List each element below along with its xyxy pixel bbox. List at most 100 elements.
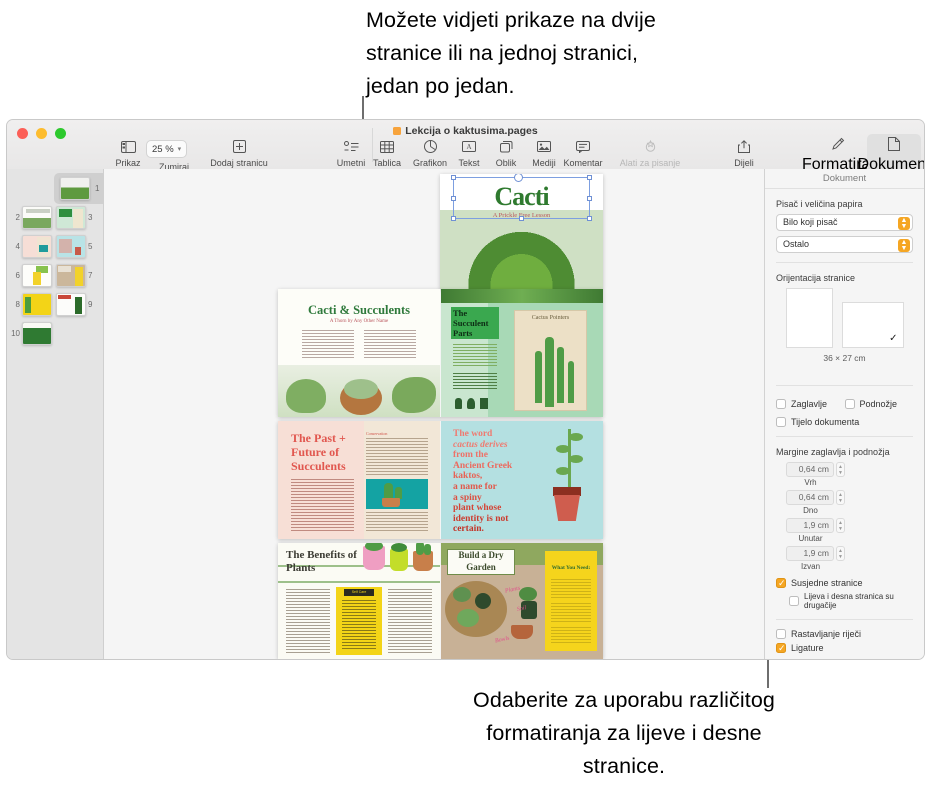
page-thumbnail[interactable]: [56, 264, 86, 287]
callout-bottom-text: Odaberite za uporabu različitog formatir…: [473, 688, 775, 778]
document-title[interactable]: Lekcija o kaktusima.pages: [7, 125, 924, 137]
writing-tools-icon: [644, 138, 657, 155]
page5-quote-line: plant whose: [453, 503, 502, 514]
different-left-right-checkbox[interactable]: [789, 596, 799, 606]
resize-handle[interactable]: [587, 175, 592, 180]
resize-handle[interactable]: [587, 216, 592, 221]
ligatures-checkbox[interactable]: [776, 642, 786, 654]
hyphenation-checkbox[interactable]: [776, 629, 786, 639]
printer-section-heading: Pisač i veličina papira: [776, 199, 863, 209]
window-body: 1 2 3 4 5 6 7 8 9 10 Cacti A Prickle Fre…: [7, 169, 924, 659]
thumbnail-page-number: 3: [88, 213, 93, 222]
page4-title: The Past + Future of Succulents: [291, 431, 346, 473]
document-page-7[interactable]: Build a Dry Garden What You Need: Plants…: [441, 543, 603, 659]
margin-outside-stepper[interactable]: ▲ ▼: [836, 546, 845, 561]
zoom-value: 25 %: [152, 143, 174, 155]
toolbar-add-page-button[interactable]: Dodaj stranicu: [189, 138, 289, 168]
orientation-section-heading: Orijentacija stranice: [776, 273, 856, 283]
page5-quote-line: a spiny: [453, 492, 482, 503]
document-body-label: Tijelo dokumenta: [791, 417, 860, 427]
document-page-6[interactable]: The Benefits of Plants Self Care: [278, 543, 440, 659]
printer-select[interactable]: Bilo koji pisač ▲ ▼: [776, 214, 913, 231]
toolbar-zoom-control[interactable]: 25 % ▾: [146, 140, 188, 158]
margin-bottom-stepper[interactable]: ▲ ▼: [836, 490, 845, 505]
document-inspector-panel[interactable]: Dokument Pisač i veličina papira Bilo ko…: [764, 169, 924, 659]
paper-size-select[interactable]: Ostalo ▲ ▼: [776, 236, 913, 253]
thumbnail-page-number: 4: [15, 242, 20, 251]
page-thumbnail[interactable]: [22, 322, 52, 345]
document-spread-2-3[interactable]: Cacti & Succulents A Thorn by Any Other …: [278, 289, 603, 417]
toolbar-share-label: Dijeli: [734, 158, 754, 168]
document-spread-6-7[interactable]: The Benefits of Plants Self Care Build a…: [278, 543, 603, 659]
document-page-2[interactable]: Cacti & Succulents A Thorn by Any Other …: [278, 289, 440, 417]
margin-top-cell: 0,64 cm ▲ ▼ Vrh: [776, 462, 845, 487]
document-canvas[interactable]: Cacti A Prickle Free Lesson Cacti & Succ…: [104, 169, 764, 659]
page-thumbnail[interactable]: [22, 293, 52, 316]
screenshot-root: Možete vidjeti prikaze na dvije stranice…: [0, 0, 931, 795]
facing-pages-row[interactable]: Susjedne stranice: [776, 577, 913, 589]
orientation-landscape-button[interactable]: ✓: [841, 302, 904, 348]
page-thumbnail[interactable]: [56, 206, 86, 229]
page6-sidebar-title: Self Care: [351, 590, 367, 594]
page-thumbnail[interactable]: [56, 293, 86, 316]
paper-size-select-value: Ostalo: [783, 239, 810, 249]
table-icon: [380, 138, 394, 155]
resize-handle[interactable]: [451, 175, 456, 180]
header-footer-section: Zaglavlje Podnožje Tijelo dokumenta: [765, 395, 924, 427]
document-body-checkbox[interactable]: [776, 417, 786, 427]
different-left-right-row[interactable]: Lijeva i desna stranica su drugačije: [776, 592, 913, 610]
divider: [776, 436, 913, 437]
page-thumbnail[interactable]: [22, 206, 52, 229]
page-thumbnail[interactable]: [60, 177, 90, 200]
document-spread-4-5[interactable]: The Past + Future of Succulents Conserva…: [278, 421, 603, 539]
resize-handle[interactable]: [451, 196, 456, 201]
ligatures-row[interactable]: Ligature: [776, 642, 913, 654]
document-page-4[interactable]: The Past + Future of Succulents Conserva…: [278, 421, 440, 539]
document-file-icon: [393, 127, 402, 135]
margin-inside-stepper[interactable]: ▲ ▼: [836, 518, 845, 533]
thumbnail-row-6-7[interactable]: 6 7: [7, 264, 104, 287]
ligatures-label: Ligature: [791, 643, 824, 653]
thumbnail-row-4-5[interactable]: 4 5: [7, 235, 104, 258]
document-spread-1[interactable]: Cacti A Prickle Free Lesson: [440, 174, 603, 289]
footer-checkbox[interactable]: [844, 399, 855, 409]
page7-title: Build a Dry Garden: [458, 550, 504, 572]
hyphenation-row[interactable]: Rastavljanje riječi: [776, 629, 913, 639]
chevron-down-icon: ▾: [177, 146, 182, 153]
rotate-handle[interactable]: [514, 174, 523, 182]
resize-handle[interactable]: [451, 216, 456, 221]
document-page-3[interactable]: The Succulent Parts Cactus Pointers: [441, 289, 603, 417]
header-checkbox-row[interactable]: Zaglavlje: [776, 399, 845, 409]
different-left-right-label: Lijeva i desna stranica su drugačije: [804, 592, 894, 610]
margin-bottom-input[interactable]: 0,64 cm: [786, 490, 834, 505]
facing-pages-checkbox[interactable]: [776, 577, 786, 589]
margin-outside-input[interactable]: 1,9 cm: [786, 546, 834, 561]
toolbar-writing-tools-button[interactable]: Alati za pisanje: [595, 138, 705, 168]
margin-inside-input[interactable]: 1,9 cm: [786, 518, 834, 533]
thumbnail-row-8-9[interactable]: 8 9: [7, 293, 104, 316]
margin-inside-label: Unutar: [798, 534, 823, 543]
window-titlebar: Lekcija o kaktusima.pages Prikaz 25 % ▾ …: [7, 120, 924, 176]
hyphenation-label: Rastavljanje riječi: [791, 629, 862, 639]
margin-bottom-label: Dno: [803, 506, 818, 515]
thumbnail-row-2-3[interactable]: 2 3: [7, 206, 104, 229]
footer-checkbox-row[interactable]: Podnožje: [844, 399, 914, 409]
header-checkbox[interactable]: [776, 399, 786, 409]
page-thumbnail-sidebar[interactable]: 1 2 3 4 5 6 7 8 9 10: [7, 169, 114, 659]
document-page-5[interactable]: The word cactus derives from the Ancient…: [441, 421, 603, 539]
stepper-arrows-icon: ▲ ▼: [898, 238, 910, 252]
page-thumbnail[interactable]: [56, 235, 86, 258]
orientation-portrait-button[interactable]: [785, 288, 833, 348]
resize-handle[interactable]: [519, 216, 524, 221]
page-thumbnail[interactable]: [22, 235, 52, 258]
page5-quote-line: identity is not: [453, 513, 509, 524]
toolbar-share-button[interactable]: Dijeli: [709, 138, 779, 168]
callout-top-text: Možete vidjeti prikaze na dvije stranice…: [366, 8, 656, 98]
text-selection-frame[interactable]: [451, 174, 592, 221]
margin-top-stepper[interactable]: ▲ ▼: [836, 462, 845, 477]
margin-top-input[interactable]: 0,64 cm: [786, 462, 834, 477]
resize-handle[interactable]: [587, 196, 592, 201]
page-thumbnail[interactable]: [22, 264, 52, 287]
thumbnail-row-10[interactable]: 10: [7, 322, 104, 345]
body-checkbox-row[interactable]: Tijelo dokumenta: [776, 417, 913, 427]
